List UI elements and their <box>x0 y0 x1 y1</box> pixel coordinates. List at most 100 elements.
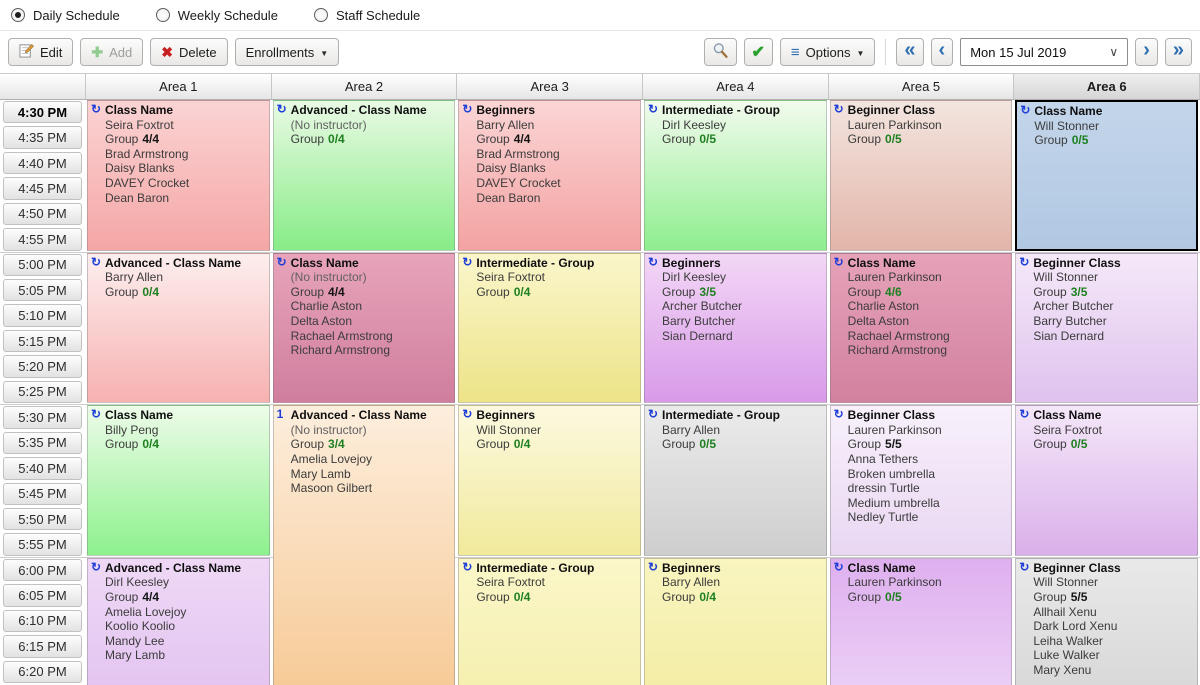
time-slot-button[interactable]: 5:35 PM <box>3 432 82 454</box>
area-header-label: Area 2 <box>345 79 383 94</box>
event-cell[interactable]: ↻Advanced - Class NameBarry AllenGroup0/… <box>87 253 270 404</box>
time-slot-button[interactable]: 4:55 PM <box>3 228 82 250</box>
previous-week-button[interactable]: « <box>896 38 923 66</box>
event-group-count: Group5/5 <box>848 437 1008 452</box>
options-dropdown-button[interactable]: ≡ Options ▼ <box>780 38 876 66</box>
event-title: Beginner Class <box>1033 256 1193 271</box>
event-cell[interactable]: ↻Class NameSeira FoxtrotGroup4/4Brad Arm… <box>87 100 270 251</box>
time-slot-button[interactable]: 5:15 PM <box>3 330 82 352</box>
time-slot-button[interactable]: 5:55 PM <box>3 533 82 555</box>
event-cell[interactable]: ↻Intermediate - GroupSeira FoxtrotGroup0… <box>458 253 641 404</box>
event-cell[interactable]: ↻BeginnersDirl KeesleyGroup3/5Archer But… <box>644 253 827 404</box>
previous-day-button[interactable]: ‹ <box>931 38 954 66</box>
event-cell[interactable]: ↻Intermediate - GroupSeira FoxtrotGroup0… <box>458 558 641 685</box>
group-count-value: 0/4 <box>514 437 531 451</box>
time-slot-button[interactable]: 6:15 PM <box>3 635 82 657</box>
confirm-button[interactable]: ✔ <box>744 38 773 66</box>
time-slot-button[interactable]: 5:50 PM <box>3 508 82 530</box>
event-cell[interactable]: ↻Intermediate - GroupDirl KeesleyGroup0/… <box>644 100 827 251</box>
time-slot-button[interactable]: 4:45 PM <box>3 177 82 199</box>
event-cell[interactable]: ↻Class NameWill StonnerGroup0/5 <box>1015 100 1198 251</box>
event-instructor: Dirl Keesley <box>662 270 822 285</box>
schedule-mode-option[interactable]: Staff Schedule <box>314 8 420 23</box>
event-attendee: Dark Lord Xenu <box>1033 619 1193 634</box>
event-attendee: Amelia Lovejoy <box>291 452 451 467</box>
time-slot-button[interactable]: 6:10 PM <box>3 610 82 632</box>
event-cell[interactable]: ↻Intermediate - GroupBarry AllenGroup0/5 <box>644 405 827 556</box>
time-slot-button[interactable]: 4:50 PM <box>3 203 82 225</box>
area-column-header[interactable]: Area 6 <box>1014 74 1200 99</box>
schedule-mode-option[interactable]: Weekly Schedule <box>156 8 278 23</box>
next-week-button[interactable]: » <box>1165 38 1192 66</box>
event-cell[interactable]: 1Advanced - Class Name(No instructor)Gro… <box>273 405 456 685</box>
date-select[interactable]: Mon 15 Jul 2019 ∨ <box>960 38 1128 66</box>
recurring-icon: ↻ <box>91 407 101 421</box>
event-cell[interactable]: ↻BeginnersBarry AllenGroup0/4 <box>644 558 827 685</box>
event-cell[interactable]: ↻Beginner ClassLauren ParkinsonGroup0/5 <box>830 100 1013 251</box>
event-cell[interactable]: ↻Advanced - Class NameDirl KeesleyGroup4… <box>87 558 270 685</box>
event-attendee: DAVEY Crocket <box>476 176 636 191</box>
delete-button[interactable]: ✖ Delete <box>150 38 227 66</box>
search-button[interactable] <box>704 38 737 66</box>
recurring-icon: ↻ <box>462 407 472 421</box>
event-title: Beginners <box>662 561 822 576</box>
event-title: Advanced - Class Name <box>291 103 451 118</box>
time-slot-button[interactable]: 5:40 PM <box>3 457 82 479</box>
time-slot-button[interactable]: 4:30 PM <box>3 101 82 123</box>
recurring-icon: ↻ <box>1019 407 1029 421</box>
time-slot-button[interactable]: 4:40 PM <box>3 152 82 174</box>
area-column-header[interactable]: Area 1 <box>86 74 272 99</box>
event-cell[interactable]: ↻Class NameSeira FoxtrotGroup0/5 <box>1015 405 1198 556</box>
event-cell[interactable]: ↻Beginner ClassLauren ParkinsonGroup5/5A… <box>830 405 1013 556</box>
group-label: Group <box>291 285 324 299</box>
event-group-count: Group4/4 <box>476 132 636 147</box>
time-slot-button[interactable]: 5:30 PM <box>3 406 82 428</box>
event-cell[interactable]: ↻Beginner ClassWill StonnerGroup3/5Arche… <box>1015 253 1198 404</box>
time-slot-button[interactable]: 5:45 PM <box>3 483 82 505</box>
time-slot-button[interactable]: 5:00 PM <box>3 254 82 276</box>
edit-button[interactable]: Edit <box>8 38 73 66</box>
time-slot-button[interactable]: 5:10 PM <box>3 304 82 326</box>
event-cell[interactable]: ↻Beginner ClassWill StonnerGroup5/5Allha… <box>1015 558 1198 685</box>
group-label: Group <box>105 437 138 451</box>
area-column-header[interactable]: Area 2 <box>272 74 458 99</box>
event-instructor: (No instructor) <box>291 423 451 438</box>
delete-icon: ✖ <box>161 44 173 61</box>
group-label: Group <box>476 132 509 146</box>
time-slot-button[interactable]: 6:05 PM <box>3 584 82 606</box>
event-cell[interactable]: ↻BeginnersBarry AllenGroup4/4Brad Armstr… <box>458 100 641 251</box>
event-title: Advanced - Class Name <box>291 408 451 423</box>
schedule-mode-option[interactable]: Daily Schedule <box>11 8 120 23</box>
enrollments-dropdown-button[interactable]: Enrollments ▼ <box>235 38 340 66</box>
event-attendee: Brad Armstrong <box>105 147 265 162</box>
group-label: Group <box>662 437 695 451</box>
group-count-value: 4/4 <box>142 132 159 146</box>
toolbar-separator <box>885 39 886 65</box>
time-slot-button[interactable]: 4:35 PM <box>3 126 82 148</box>
time-slot-button[interactable]: 6:20 PM <box>3 661 82 683</box>
event-cell[interactable]: ↻Class NameLauren ParkinsonGroup0/5 <box>830 558 1013 685</box>
event-cell[interactable]: ↻Class NameLauren ParkinsonGroup4/6Charl… <box>830 253 1013 404</box>
area-column-header[interactable]: Area 5 <box>829 74 1015 99</box>
event-cell[interactable]: ↻Advanced - Class Name(No instructor)Gro… <box>273 100 456 251</box>
time-slot-button[interactable]: 5:05 PM <box>3 279 82 301</box>
add-button[interactable]: ✚ Add <box>80 38 143 66</box>
time-slot-button[interactable]: 5:25 PM <box>3 381 82 403</box>
time-slot-button[interactable]: 6:00 PM <box>3 559 82 581</box>
chevron-left-icon: ‹ <box>939 40 946 60</box>
event-cell[interactable]: ↻Class Name(No instructor)Group4/4Charli… <box>273 253 456 404</box>
event-title: Intermediate - Group <box>476 256 636 271</box>
area-column-header[interactable]: Area 4 <box>643 74 829 99</box>
recurring-icon: ↻ <box>648 255 658 269</box>
event-cell[interactable]: ↻Class NameBilly PengGroup0/4 <box>87 405 270 556</box>
event-cell[interactable]: ↻BeginnersWill StonnerGroup0/4 <box>458 405 641 556</box>
chevron-down-icon: ▼ <box>856 49 864 58</box>
event-attendee: Amelia Lovejoy <box>105 605 265 620</box>
event-attendee: Barry Butcher <box>662 314 822 329</box>
event-title: Beginner Class <box>848 408 1008 423</box>
time-slot-button[interactable]: 5:20 PM <box>3 355 82 377</box>
event-title: Class Name <box>1033 408 1193 423</box>
next-day-button[interactable]: › <box>1135 38 1158 66</box>
area-column-header[interactable]: Area 3 <box>457 74 643 99</box>
radio-icon <box>156 8 170 22</box>
